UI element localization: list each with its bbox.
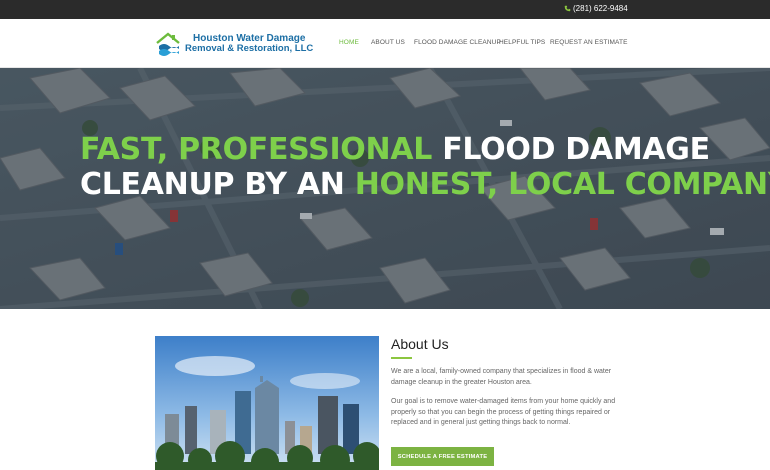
hero-headline: FAST, PROFESSIONAL FLOOD DAMAGE CLEANUP … (80, 132, 770, 202)
top-bar: (281) 622-9484 (0, 0, 770, 19)
nav-request-estimate[interactable]: REQUEST AN ESTIMATE (550, 39, 628, 46)
houston-skyline-image (155, 336, 379, 470)
nav-home[interactable]: HOME (339, 39, 359, 46)
hero-banner: FAST, PROFESSIONAL FLOOD DAMAGE CLEANUP … (0, 68, 770, 309)
hero-line2-white: CLEANUP BY AN (80, 167, 345, 202)
phone-icon (564, 5, 571, 12)
nav-helpful-tips[interactable]: HELPFUL TIPS (499, 39, 545, 46)
nav-flood-damage-cleanup[interactable]: FLOOD DAMAGE CLEANUP (414, 39, 501, 46)
logo-subtitle: Removal & Restoration, LLC (185, 43, 314, 54)
house-wave-logo-icon (156, 32, 180, 56)
phone-number: (281) 622-9484 (573, 4, 628, 13)
hero-line1-white: FLOOD DAMAGE (442, 132, 710, 167)
nav-about-us[interactable]: ABOUT US (371, 39, 405, 46)
about-paragraph-2: Our goal is to remove water-damaged item… (391, 398, 616, 426)
schedule-estimate-button[interactable]: SCHEDULE A FREE ESTIMATE (391, 447, 494, 466)
phone-link[interactable]: (281) 622-9484 (564, 4, 628, 13)
site-logo[interactable]: Houston Water Damage Removal & Restorati… (155, 29, 315, 59)
hero-line2-green: HONEST, LOCAL COMPANY. (354, 167, 770, 202)
about-paragraph-1: We are a local, family-owned company tha… (391, 368, 612, 386)
site-header: Houston Water Damage Removal & Restorati… (0, 19, 770, 68)
heading-underline (391, 357, 412, 359)
hero-line1-green: FAST, PROFESSIONAL (80, 132, 433, 167)
about-heading: About Us (391, 336, 449, 352)
